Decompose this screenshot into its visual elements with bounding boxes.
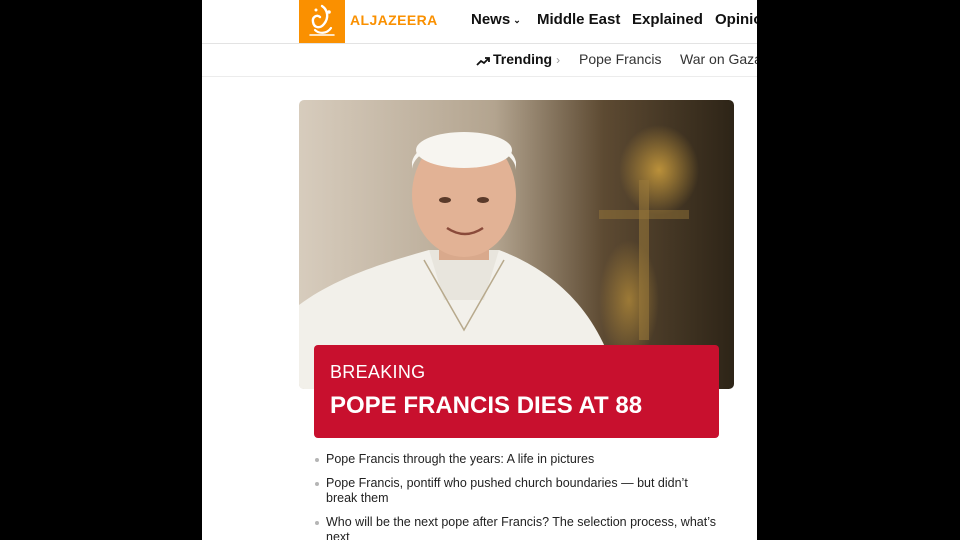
aljazeera-logo-icon[interactable] — [299, 0, 345, 43]
nav-item-news[interactable]: News ⌄ — [471, 11, 521, 28]
related-story-link[interactable]: Who will be the next pope after Francis?… — [312, 515, 722, 540]
breaking-label: BREAKING — [330, 362, 426, 382]
chevron-down-icon: ⌄ — [513, 15, 521, 25]
nav-item-middle-east[interactable]: Middle East — [537, 11, 620, 28]
site-header: ALJAZEERA News ⌄ Middle East Explained Op… — [202, 0, 757, 44]
nav-item-opinion[interactable]: Opinion — [715, 11, 757, 28]
breaking-news-banner[interactable]: BREAKING POPE FRANCIS DIES AT 88 — [314, 345, 719, 438]
chevron-right-icon: › — [556, 53, 561, 67]
trending-label: Trending › — [476, 51, 560, 67]
trending-bar: Trending › Pope Francis War on Gaza — [202, 44, 757, 77]
browser-page: ALJAZEERA News ⌄ Middle East Explained Op… — [202, 0, 757, 540]
breaking-headline[interactable]: POPE FRANCIS DIES AT 88 — [330, 392, 642, 420]
trending-link-pope-francis[interactable]: Pope Francis — [579, 51, 661, 67]
nav-item-label: News — [471, 11, 511, 28]
trending-link-war-on-gaza[interactable]: War on Gaza — [680, 51, 757, 67]
trending-up-icon — [476, 57, 490, 66]
nav-item-explained[interactable]: Explained — [632, 11, 703, 28]
related-story-link[interactable]: Pope Francis, pontiff who pushed church … — [312, 476, 722, 506]
brand-wordmark[interactable]: ALJAZEERA — [350, 12, 438, 28]
related-story-link[interactable]: Pope Francis through the years: A life i… — [312, 452, 722, 467]
related-stories-list: Pope Francis through the years: A life i… — [312, 452, 722, 540]
